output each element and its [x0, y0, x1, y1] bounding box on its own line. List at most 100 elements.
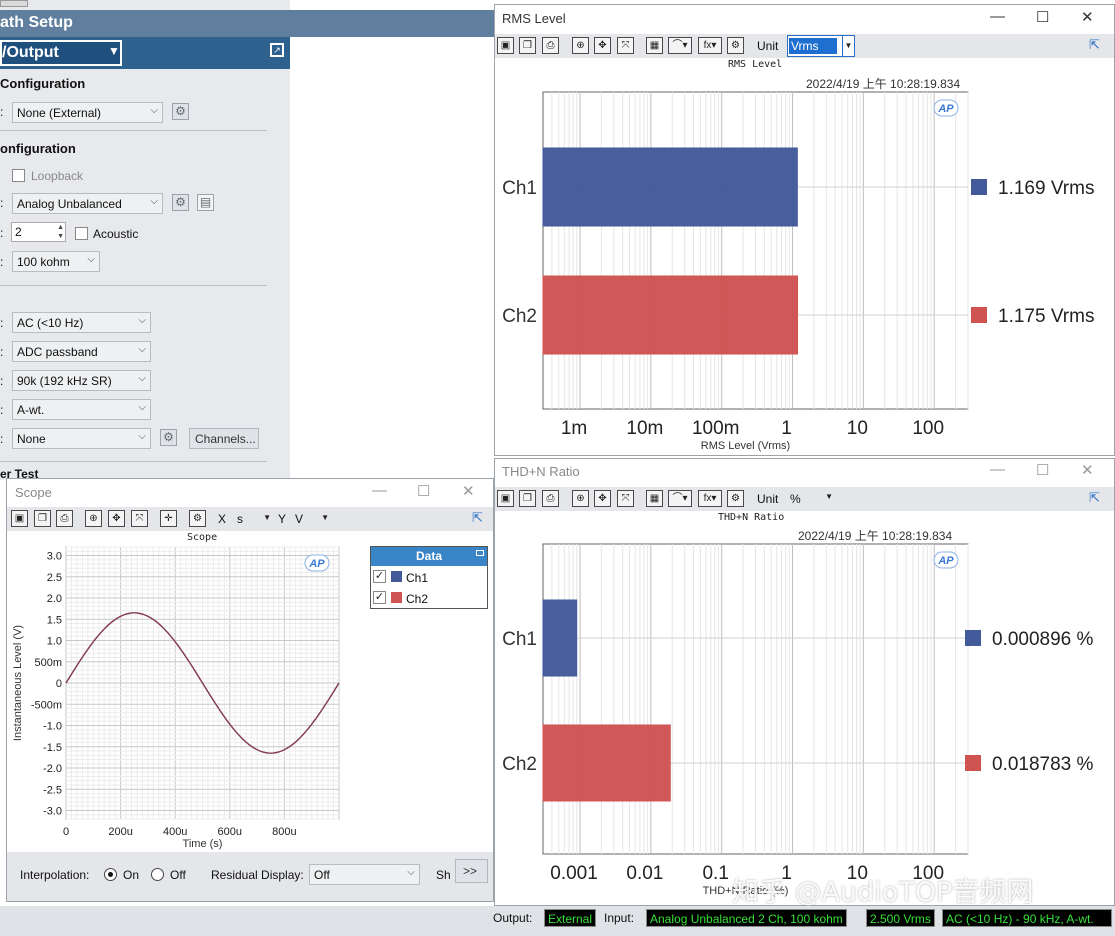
fit-icon[interactable]: ⤧	[617, 490, 634, 507]
popout-icon[interactable]: ⇱	[1089, 37, 1100, 53]
connector-dropdown[interactable]: Analog Unbalanced ⌵	[12, 193, 163, 214]
popout-icon[interactable]: ⇱	[1089, 490, 1100, 506]
zoom-icon[interactable]: ⊕	[572, 490, 589, 507]
gear-icon[interactable]: ⚙	[727, 490, 744, 507]
category-label: Ch1	[502, 178, 537, 199]
minimize-icon[interactable]: —	[372, 482, 387, 499]
function-icon[interactable]: fx▾	[698, 490, 722, 507]
status-filter-value[interactable]: AC (<10 Hz) - 90 kHz, A-wt.	[942, 909, 1112, 927]
close-icon[interactable]: ✕	[1081, 461, 1094, 479]
function-icon[interactable]: fx▾	[698, 37, 722, 54]
maximize-icon[interactable]: ☐	[1036, 461, 1049, 479]
y-tick-label: -1.0	[43, 721, 62, 733]
divider	[0, 130, 267, 131]
chevron-down-icon: ⌵	[138, 315, 146, 326]
zoom-icon[interactable]: ⊕	[85, 510, 102, 527]
legend-pin-icon[interactable]	[476, 550, 484, 556]
status-input-label: Input:	[604, 911, 635, 925]
unit-dropdown[interactable]: Vrms ▼	[787, 35, 855, 57]
copy-icon[interactable]: ❐	[519, 37, 536, 54]
bw-limit-value: 90k (192 kHz SR)	[17, 374, 112, 388]
chevron-down-icon: ▼	[321, 513, 329, 522]
gear-icon[interactable]: ⚙	[172, 194, 189, 211]
save-icon[interactable]: ▣	[497, 490, 514, 507]
x-axis-label: RMS Level (Vrms)	[701, 440, 790, 452]
y-unit-dropdown[interactable]: V ▼	[291, 509, 331, 529]
x-unit-dropdown[interactable]: s ▼	[233, 509, 273, 529]
document-icon[interactable]: ▤	[197, 194, 214, 211]
status-output-value[interactable]: External	[544, 909, 597, 927]
residual-dropdown[interactable]: Off ⌵	[309, 864, 420, 885]
acoustic-checkbox[interactable]	[75, 227, 88, 240]
sh-label: Sh	[436, 868, 451, 882]
weighting-dropdown[interactable]: A-wt. ⌵	[12, 399, 151, 420]
output-config-dropdown[interactable]: None (External) ⌵	[12, 102, 163, 123]
fit-icon[interactable]: ⤧	[131, 510, 148, 527]
zoom-icon[interactable]: ⊕	[572, 37, 589, 54]
close-icon[interactable]: ✕	[1081, 8, 1094, 26]
minimize-icon[interactable]: —	[990, 461, 1005, 478]
category-label: Ch2	[502, 754, 537, 775]
bw-limit-dropdown[interactable]: 90k (192 kHz SR) ⌵	[12, 370, 151, 391]
table-icon[interactable]: ▦	[646, 37, 663, 54]
gear-icon[interactable]: ⚙	[160, 429, 177, 446]
table-icon[interactable]: ▦	[646, 490, 663, 507]
print-icon[interactable]: ⎙	[56, 510, 73, 527]
popout-icon[interactable]: ⇱	[472, 510, 483, 526]
channels-stepper[interactable]: 2 ▲ ▼	[11, 222, 66, 242]
more-button[interactable]: >>	[455, 859, 488, 883]
graph-menu-icon[interactable]: ⌒▾	[668, 37, 692, 54]
legend-ch2-checkbox[interactable]: ✓	[373, 591, 386, 604]
copy-icon[interactable]: ❐	[34, 510, 51, 527]
gear-icon[interactable]: ⚙	[189, 510, 206, 527]
maximize-icon[interactable]: ☐	[1036, 8, 1049, 26]
popout-icon[interactable]: ↗	[270, 43, 284, 57]
pan-icon[interactable]: ✥	[594, 490, 611, 507]
close-icon[interactable]: ✕	[462, 482, 475, 500]
cursor-icon[interactable]: ✛	[160, 510, 177, 527]
gear-icon[interactable]: ⚙	[172, 103, 189, 120]
y-tick-label: 3.0	[47, 551, 62, 563]
pan-icon[interactable]: ✥	[594, 37, 611, 54]
x-tick-label: 0.1	[702, 863, 728, 884]
io-select-arrow-icon[interactable]: ▼	[108, 44, 120, 58]
interp-on-radio[interactable]	[104, 868, 117, 881]
chevron-down-icon: ⌵	[138, 431, 146, 442]
row-label-fragment: :	[0, 105, 4, 119]
interp-off-radio[interactable]	[151, 868, 164, 881]
x-tick-label: 10	[847, 418, 868, 439]
weighting-value: A-wt.	[17, 403, 45, 417]
legend-ch1-checkbox[interactable]: ✓	[373, 570, 386, 583]
fit-icon[interactable]: ⤧	[617, 37, 634, 54]
chevron-down-icon: ⌵	[150, 196, 158, 207]
bar-ch2	[542, 724, 671, 802]
print-icon[interactable]: ⎙	[542, 37, 559, 54]
y-unit-value: V	[295, 512, 304, 526]
bar-ch2	[542, 275, 798, 355]
chevron-down-icon: ⌵	[138, 373, 146, 384]
coupling-dropdown[interactable]: AC (<10 Hz) ⌵	[12, 312, 151, 333]
top-tab-stub[interactable]	[0, 0, 28, 7]
channels-button[interactable]: Channels...	[189, 428, 259, 449]
status-input-value[interactable]: Analog Unbalanced 2 Ch, 100 kohm	[646, 909, 847, 927]
pan-icon[interactable]: ✥	[108, 510, 125, 527]
impedance-dropdown[interactable]: 100 kohm ⌵	[12, 251, 100, 272]
bandwidth-dropdown[interactable]: ADC passband ⌵	[12, 341, 151, 362]
copy-icon[interactable]: ❐	[519, 490, 536, 507]
output-config-value: None (External)	[17, 106, 102, 120]
loopback-checkbox[interactable]	[12, 169, 25, 182]
watermark: 知乎 @AudioTOP音频网	[732, 877, 1034, 908]
unit-dropdown[interactable]: % ▼	[787, 488, 837, 510]
io-select[interactable]: /Output	[0, 40, 122, 66]
gear-icon[interactable]: ⚙	[727, 37, 744, 54]
divider	[0, 285, 267, 286]
status-level-value[interactable]: 2.500 Vrms	[866, 909, 935, 927]
print-icon[interactable]: ⎙	[542, 490, 559, 507]
filter-dropdown[interactable]: None ⌵	[12, 428, 151, 449]
graph-menu-icon[interactable]: ⌒▾	[668, 490, 692, 507]
save-icon[interactable]: ▣	[497, 37, 514, 54]
maximize-icon[interactable]: ☐	[417, 482, 430, 500]
stepper-arrows-icon[interactable]: ▲ ▼	[57, 223, 64, 241]
save-icon[interactable]: ▣	[11, 510, 28, 527]
minimize-icon[interactable]: —	[990, 8, 1005, 25]
